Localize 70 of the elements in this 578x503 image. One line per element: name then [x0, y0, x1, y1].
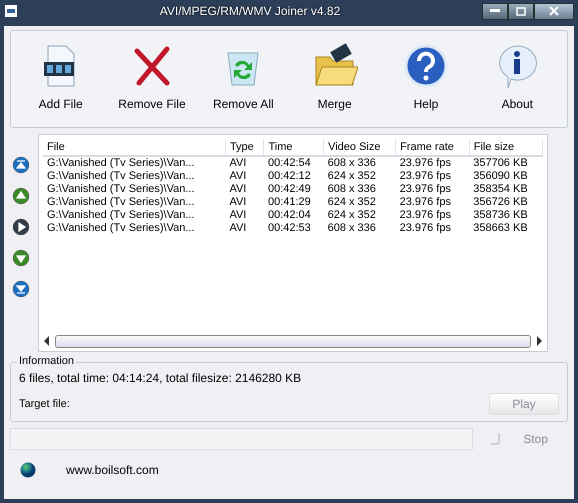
table-cell-text: 608 x 336	[326, 183, 377, 196]
table-cell-text: 358354 KB	[472, 183, 529, 196]
toolbar-button[interactable]: Remove All	[203, 43, 284, 111]
table-cell-text: 624 x 352	[326, 196, 377, 209]
table-cell: 23.976 fps	[396, 156, 470, 170]
maximize-icon	[516, 6, 526, 16]
group-title: Information	[17, 355, 76, 367]
table-cell: 608 x 336	[324, 156, 396, 170]
toolbar-button[interactable]: Remove File	[112, 43, 192, 111]
table-cell-text: 00:42:04	[266, 209, 312, 222]
move-play-button[interactable]	[12, 218, 30, 236]
column-header[interactable]: Type	[225, 139, 264, 156]
table-cell-text: 00:42:49	[266, 183, 312, 196]
table-cell-text: 356090 KB	[472, 170, 529, 183]
table-cell-text: AVI	[228, 183, 248, 196]
table-cell-text: G:\Vanished (Tv Series)\Van...	[46, 170, 196, 183]
app-icon	[4, 4, 18, 18]
column-header[interactable]: Video Size	[324, 139, 396, 156]
table-cell-text: 00:42:53	[266, 222, 312, 235]
table-cell-text: 23.976 fps	[398, 209, 452, 222]
table-cell-text: 00:42:12	[266, 170, 312, 183]
target-file-label: Target file:	[19, 398, 70, 410]
window-title: AVI/MPEG/RM/WMV Joiner v4.82	[158, 4, 342, 18]
toolbar-button[interactable]: Merge	[294, 43, 375, 111]
table-cell-text: AVI	[228, 196, 248, 209]
table-cell-text: 00:41:29	[266, 196, 312, 209]
table-cell-text: AVI	[228, 222, 248, 235]
minimize-icon	[490, 9, 500, 13]
close-icon	[549, 6, 559, 16]
maximize-button[interactable]	[508, 2, 534, 20]
scroll-left-icon[interactable]	[43, 336, 51, 346]
toolbar-button[interactable]: Add File	[20, 43, 101, 111]
table-cell-text: 358736 KB	[472, 209, 529, 222]
table-cell: AVI	[225, 156, 264, 170]
globe-icon	[20, 462, 36, 478]
column-header[interactable]: File	[43, 139, 226, 156]
table-cell: 357706 KB	[469, 156, 542, 170]
table-cell: G:\Vanished (Tv Series)\Van...	[43, 156, 226, 170]
table-cell-text: 23.976 fps	[398, 196, 452, 209]
table-cell-text: 356726 KB	[472, 196, 529, 209]
table-cell-text: AVI	[228, 170, 248, 183]
toolbar-button[interactable]: About	[477, 43, 558, 111]
toolbar-button[interactable]: Help	[386, 43, 466, 111]
table-cell-text: 608 x 336	[326, 222, 377, 235]
summary-text: 6 files, total time: 04:14:24, total filesize: 2146280 KB	[19, 371, 302, 385]
table-cell-text: AVI	[228, 209, 248, 222]
column-header[interactable]: Time	[264, 139, 324, 156]
table-cell-text: G:\Vanished (Tv Series)\Van...	[46, 222, 196, 235]
table-cell-text: 624 x 352	[326, 170, 377, 183]
table-cell-text: G:\Vanished (Tv Series)\Van...	[46, 196, 196, 209]
table-cell-text: 624 x 352	[326, 209, 377, 222]
table-cell-text: 23.976 fps	[398, 170, 452, 183]
scroll-right-icon[interactable]	[535, 336, 543, 346]
move-top-button[interactable]	[12, 156, 30, 174]
scrollbar-thumb[interactable]	[55, 334, 531, 348]
close-button[interactable]	[534, 2, 574, 20]
column-header[interactable]: File size	[469, 139, 542, 156]
column-header[interactable]: Frame rate	[396, 139, 470, 156]
help-icon	[402, 43, 449, 89]
table-cell-text: G:\Vanished (Tv Series)\Van...	[46, 209, 196, 222]
move-down-button[interactable]	[12, 249, 30, 267]
table-cell-text: 23.976 fps	[398, 222, 452, 235]
table-cell: 00:42:54	[264, 156, 324, 170]
website-link[interactable]: www.boilsoft.com	[66, 463, 159, 477]
minimize-button[interactable]	[482, 2, 508, 20]
table-cell-text: 358663 KB	[472, 222, 529, 235]
move-bottom-button[interactable]	[12, 280, 30, 298]
move-up-button[interactable]	[12, 187, 30, 205]
table-cell-text: 23.976 fps	[398, 183, 452, 196]
table-cell-text: G:\Vanished (Tv Series)\Van...	[46, 183, 196, 196]
